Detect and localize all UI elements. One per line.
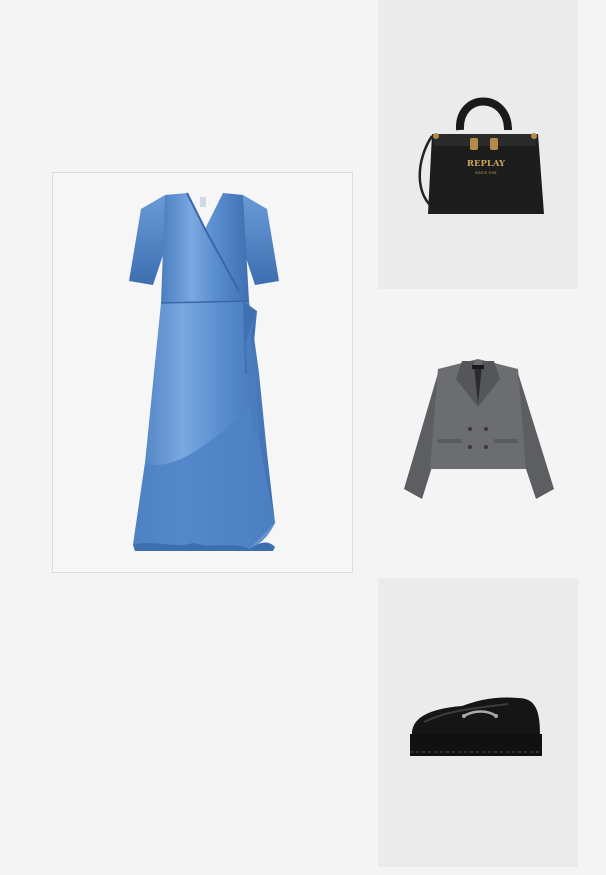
bag-image: REPLAY SINCE 1981	[418, 97, 544, 214]
dress-image	[129, 192, 279, 551]
bag-brand-subtitle: SINCE 1981	[475, 171, 497, 175]
bag-product-card[interactable]: REPLAY SINCE 1981	[378, 0, 578, 289]
bag-brand-logo: REPLAY	[467, 159, 506, 169]
blazer-image	[404, 359, 554, 499]
blazer-product-card[interactable]	[378, 289, 578, 578]
shoes-image	[410, 697, 542, 756]
dress-product-card[interactable]	[52, 172, 353, 573]
shoes-product-card[interactable]	[378, 578, 578, 867]
